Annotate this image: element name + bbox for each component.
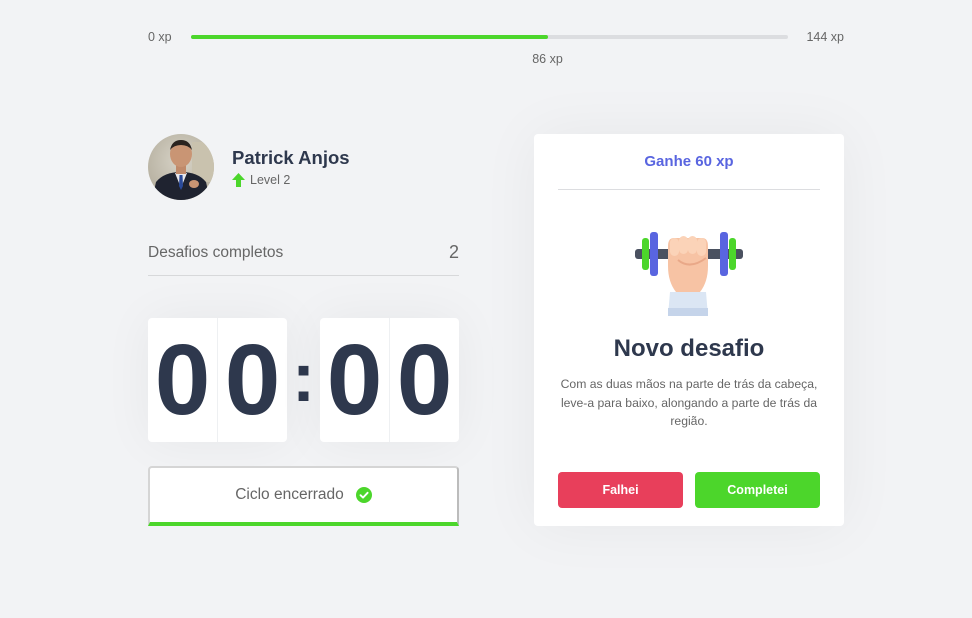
profile-level: Level 2	[232, 173, 290, 187]
xp-max-label: 144 xp	[806, 30, 844, 44]
challenge-card: Ganhe 60 xp Novo desafio Com as duas mão…	[534, 134, 844, 526]
completed-challenges-count: 2	[448, 242, 459, 262]
countdown-separator: :	[291, 338, 316, 416]
avatar	[148, 134, 214, 200]
completed-challenges-label: Desafios completos	[148, 244, 284, 261]
profile-name: Patrick Anjos	[232, 147, 350, 168]
app-page: 0 xp 86 xp 144 xp Patrick Anjos Level 2 …	[0, 0, 972, 618]
completed-challenges: Desafios completos 2	[148, 240, 459, 276]
level-up-arrow-icon	[232, 173, 245, 187]
profile: Patrick Anjos Level 2	[148, 134, 468, 200]
challenge-title: Novo desafio	[613, 335, 765, 362]
second-digit-ones: 0	[396, 324, 453, 436]
challenge-reward: Ganhe 60 xp	[558, 134, 820, 190]
countdown-minutes: 0 0	[148, 318, 287, 442]
xp-progress-fill	[191, 35, 548, 39]
check-circle-icon	[355, 487, 372, 503]
challenge-description: Com as duas mãos na parte de trás da cab…	[560, 377, 818, 428]
minute-digit-tens: 0	[148, 318, 218, 442]
minute-digit-ones: 0	[224, 324, 281, 436]
cycle-finished-button[interactable]: Ciclo encerrado	[148, 466, 459, 526]
countdown-seconds: 0 0	[320, 318, 459, 442]
challenge-failed-button[interactable]: Falhei	[558, 472, 683, 508]
second-digit-tens: 0	[320, 318, 390, 442]
xp-min-label: 0 xp	[148, 30, 172, 44]
experience-bar: 0 xp 86 xp 144 xp	[148, 27, 844, 66]
countdown-timer: 0 0 : 0 0	[148, 318, 459, 442]
xp-current-label: 86 xp	[532, 52, 563, 66]
dumbbell-lift-icon	[635, 232, 743, 316]
xp-progress-track: 86 xp	[191, 35, 788, 66]
cycle-finished-label: Ciclo encerrado	[235, 486, 344, 503]
challenge-completed-button[interactable]: Completei	[695, 472, 820, 508]
profile-level-label: Level 2	[250, 173, 291, 187]
